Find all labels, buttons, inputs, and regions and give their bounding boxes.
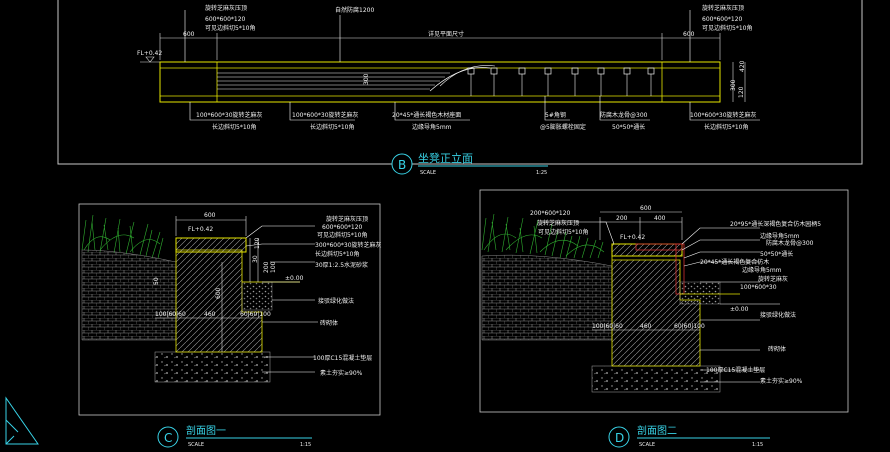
d-note12: 素土夯实≥90% xyxy=(760,377,803,385)
d-note6: 边缘导角5mm xyxy=(742,266,782,274)
title-d-scale-label: SCALE xyxy=(639,442,655,448)
c-dim-600v: 600 xyxy=(215,287,222,299)
title-b-scale-label: SCALE xyxy=(420,170,436,176)
title-c: C 剖面图一 SCALE 1:15 xyxy=(157,424,312,448)
c-dim-100060: 100|60|60 xyxy=(155,311,186,318)
elevation-b: 旋转芝麻灰压顶 600*600*120 可见边斜切5*10角 自然防腐1200 … xyxy=(57,0,863,176)
section-c: 600 FL+0.42 旋转芝麻灰压顶 600*600*120 可见边斜切5*1… xyxy=(78,203,382,448)
dim-120: 120 xyxy=(738,86,745,98)
title-c-scale-value: 1:15 xyxy=(300,442,311,448)
c-dim-30: 30 xyxy=(252,255,259,263)
c-note5: 长边斜切5*10角 xyxy=(315,250,359,258)
d-fl-label: FL+0.42 xyxy=(620,234,645,241)
top-right-note2: 600*600*120 xyxy=(702,16,743,23)
top-center-note: 自然防腐1200 xyxy=(335,6,374,14)
c-level: ±0.00 xyxy=(285,275,304,282)
dim-420: 420 xyxy=(739,60,746,72)
d-note0c: 可见边斜切5*10角 xyxy=(538,228,588,236)
d-note0: 200*600*120 xyxy=(530,210,571,217)
top-left-note3: 可见边斜切5*10角 xyxy=(205,24,255,32)
c-note8: 砖砌体 xyxy=(320,319,338,327)
steel-note2: 50*50*通长 xyxy=(612,123,645,131)
title-d-scale-value: 1:15 xyxy=(752,442,763,448)
d-dim-606100: 60|60|100 xyxy=(674,323,705,330)
top-left-note2: 600*600*120 xyxy=(205,16,246,23)
c-note2: 600*600*120 xyxy=(322,224,363,231)
c-dim-50: 50 xyxy=(153,277,160,285)
screw-note1: 5#角钢 xyxy=(545,111,566,119)
wall-d xyxy=(611,250,701,367)
top-right-note3: 可见边斜切5*10角 xyxy=(702,24,752,32)
d-note7: 旋转芝麻灰 xyxy=(758,275,788,283)
d-note10: 砖砌体 xyxy=(768,345,786,353)
c-note9: 100厚C15混凝土垫层 xyxy=(313,354,372,362)
foundation-c xyxy=(154,351,271,383)
b1-label2: 长边斜切5*10角 xyxy=(212,123,256,131)
c-dim-606100: 60|60|100 xyxy=(240,311,271,318)
c-dim-120: 120 xyxy=(254,237,261,249)
d-level: ±0.00 xyxy=(730,306,749,313)
screw-note2: @5膨胀螺栓固定 xyxy=(540,123,586,131)
c-dim-600: 600 xyxy=(204,212,216,219)
wood-note2: 边缘导角5mm xyxy=(412,123,452,131)
d-dim-460: 460 xyxy=(640,323,652,330)
title-d-name: 剖面图二 xyxy=(637,424,677,437)
d-dim-400: 400 xyxy=(654,215,666,222)
dim-left: 600 xyxy=(183,31,195,38)
title-b-letter: B xyxy=(398,158,406,172)
top-right-note1: 旋转芝麻灰压顶 xyxy=(702,4,744,12)
d-note11: 100厚C15混凝土垫层 xyxy=(706,366,765,374)
dim-300: 300 xyxy=(730,79,737,91)
d-note3: 防腐木龙骨@300 xyxy=(766,239,814,247)
steel-note1: 防腐木龙骨@300 xyxy=(600,111,648,119)
d-note0b: 旋转芝麻灰压顶 xyxy=(537,219,579,227)
d-dim-600: 600 xyxy=(640,205,652,212)
d-dim-200: 200 xyxy=(616,215,628,222)
title-c-scale-label: SCALE xyxy=(188,442,204,448)
paving-d xyxy=(679,281,721,305)
b3-label1: 100*600*30旋转芝麻灰 xyxy=(690,111,757,119)
d-dim-100060: 100|60|60 xyxy=(592,323,623,330)
ucs-icon xyxy=(5,396,39,445)
dim-inner: 300 xyxy=(363,73,370,85)
d-note1: 20*95*通长深褐色复合仿木园柄5 xyxy=(730,220,821,228)
c-dim-460: 460 xyxy=(204,311,216,318)
cap-c xyxy=(175,237,247,253)
title-c-name: 剖面图一 xyxy=(186,424,226,437)
title-b-scale-value: 1:25 xyxy=(536,170,547,176)
title-b-name: 坐凳正立面 xyxy=(418,151,473,165)
c-dim-100: 100 xyxy=(270,261,277,273)
title-d-letter: D xyxy=(615,431,624,445)
title-d: D 剖面图二 SCALE 1:15 xyxy=(608,424,770,448)
c-note10: 素土夯实≥90% xyxy=(320,369,363,377)
d-note2: 边缘导角5mm xyxy=(760,232,800,240)
c-note4: 300*600*30旋转芝麻灰 xyxy=(315,241,382,249)
d-note8: 100*600*30 xyxy=(740,284,777,291)
b1-label1: 100*600*30旋转芝麻灰 xyxy=(196,111,263,119)
dim-center: 详见平面尺寸 xyxy=(428,30,464,38)
dim-right: 600 xyxy=(683,31,695,38)
top-left-note1: 旋转芝麻灰压顶 xyxy=(205,4,247,12)
bolt-markers xyxy=(467,67,655,75)
d-note4: 50*50*通长 xyxy=(760,250,793,258)
c-note1: 旋转芝麻灰压顶 xyxy=(326,215,368,223)
fl-label: FL+0.42 xyxy=(137,50,162,57)
c-note3: 可见边斜切5*10角 xyxy=(317,231,367,239)
c-note6: 30厚1:2.5水泥砂浆 xyxy=(315,261,368,269)
section-d: 200*600*120 旋转芝麻灰压顶 可见边斜切5*10角 600 200 4… xyxy=(479,189,849,448)
paving-c xyxy=(241,281,273,311)
soil-c xyxy=(81,249,177,341)
d-note9: 接驳绿化做法 xyxy=(760,311,796,319)
b2-label2: 长边斜切5*10角 xyxy=(310,123,354,131)
c-dim-200: 200 xyxy=(263,261,270,273)
title-c-letter: C xyxy=(164,431,172,445)
cad-drawing: 旋转芝麻灰压顶 600*600*120 可见边斜切5*10角 自然防腐1200 … xyxy=(5,0,863,448)
b3-label2: 长边斜切5*10角 xyxy=(704,123,748,131)
c-note7: 接驳绿化做法 xyxy=(318,297,354,305)
b2-label1: 100*600*30旋转芝麻灰 xyxy=(292,111,359,119)
wood-note1: 20*45*通长褐色木材座面 xyxy=(392,111,461,119)
d-note5: 20*45*通长褐色复合仿木 xyxy=(700,258,769,266)
c-fl-label: FL+0.42 xyxy=(188,226,213,233)
